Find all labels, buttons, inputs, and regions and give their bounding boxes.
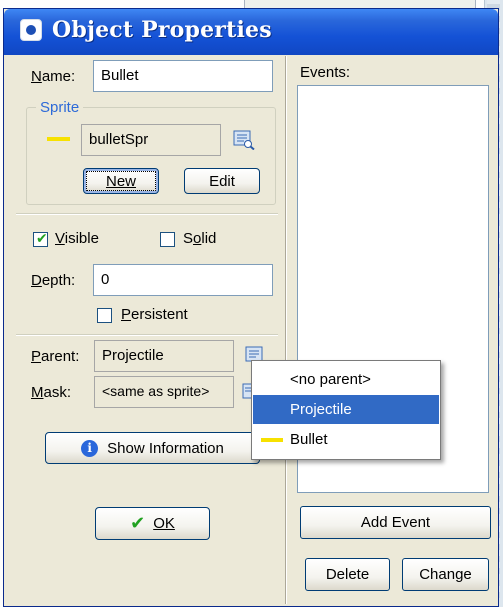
change-event-button[interactable]: Change: [402, 558, 489, 591]
solid-label: Solid: [183, 230, 217, 247]
ok-label: OK: [153, 515, 175, 532]
depth-field[interactable]: 0: [93, 264, 273, 296]
name-label: Name:: [31, 68, 76, 85]
menu-item-projectile[interactable]: Projectile: [253, 395, 439, 424]
bullet-sprite-icon: [261, 438, 283, 442]
mask-field[interactable]: <same as sprite>: [94, 376, 234, 408]
background-window-edge: [244, 0, 476, 8]
delete-event-button[interactable]: Delete: [305, 558, 390, 591]
info-icon: i: [81, 439, 99, 457]
solid-checkbox[interactable]: [160, 232, 175, 247]
add-event-button[interactable]: Add Event: [300, 506, 491, 539]
separator: [16, 334, 278, 336]
show-information-button[interactable]: i Show Information: [45, 432, 260, 464]
persistent-label: Persistent: [121, 306, 188, 323]
persistent-checkbox[interactable]: [97, 308, 112, 323]
ok-button[interactable]: ✔ OK: [95, 507, 210, 540]
name-field[interactable]: Bullet: [93, 60, 273, 92]
menu-item-no-parent[interactable]: <no parent>: [253, 365, 439, 394]
mask-label: Mask:: [31, 384, 72, 401]
window-title: Object Properties: [52, 17, 272, 43]
sprite-menu-icon[interactable]: [233, 130, 255, 151]
depth-label: Depth:: [31, 272, 76, 289]
delete-event-label: Delete: [325, 566, 370, 583]
sprite-group-label: Sprite: [36, 99, 84, 116]
menu-item-label: Projectile: [290, 401, 352, 418]
edit-sprite-label: Edit: [209, 172, 235, 190]
change-event-label: Change: [419, 566, 472, 583]
visible-label: Visible: [55, 230, 99, 247]
sprite-color-swatch: [47, 137, 70, 141]
window-icon[interactable]: [20, 19, 42, 41]
checkmark-icon: ✔: [130, 513, 146, 533]
add-event-label: Add Event: [360, 514, 431, 531]
parent-popup-menu: <no parent> Projectile Bullet: [251, 360, 441, 460]
visible-checkbox[interactable]: ✔: [33, 232, 48, 247]
sprite-field[interactable]: bulletSpr: [81, 124, 221, 156]
edit-sprite-button[interactable]: Edit: [184, 168, 260, 194]
parent-field[interactable]: Projectile: [94, 340, 234, 372]
events-label: Events:: [300, 64, 351, 81]
new-sprite-label: New: [105, 172, 136, 190]
show-information-label: Show Information: [107, 439, 224, 457]
new-sprite-button[interactable]: New: [83, 168, 159, 194]
check-icon: ✔: [36, 231, 48, 247]
menu-item-bullet[interactable]: Bullet: [253, 425, 439, 454]
parent-label: Parent:: [31, 348, 80, 365]
separator: [16, 213, 278, 215]
menu-item-label: <no parent>: [290, 371, 371, 388]
menu-item-label: Bullet: [290, 431, 328, 448]
panel-divider: [285, 56, 287, 604]
